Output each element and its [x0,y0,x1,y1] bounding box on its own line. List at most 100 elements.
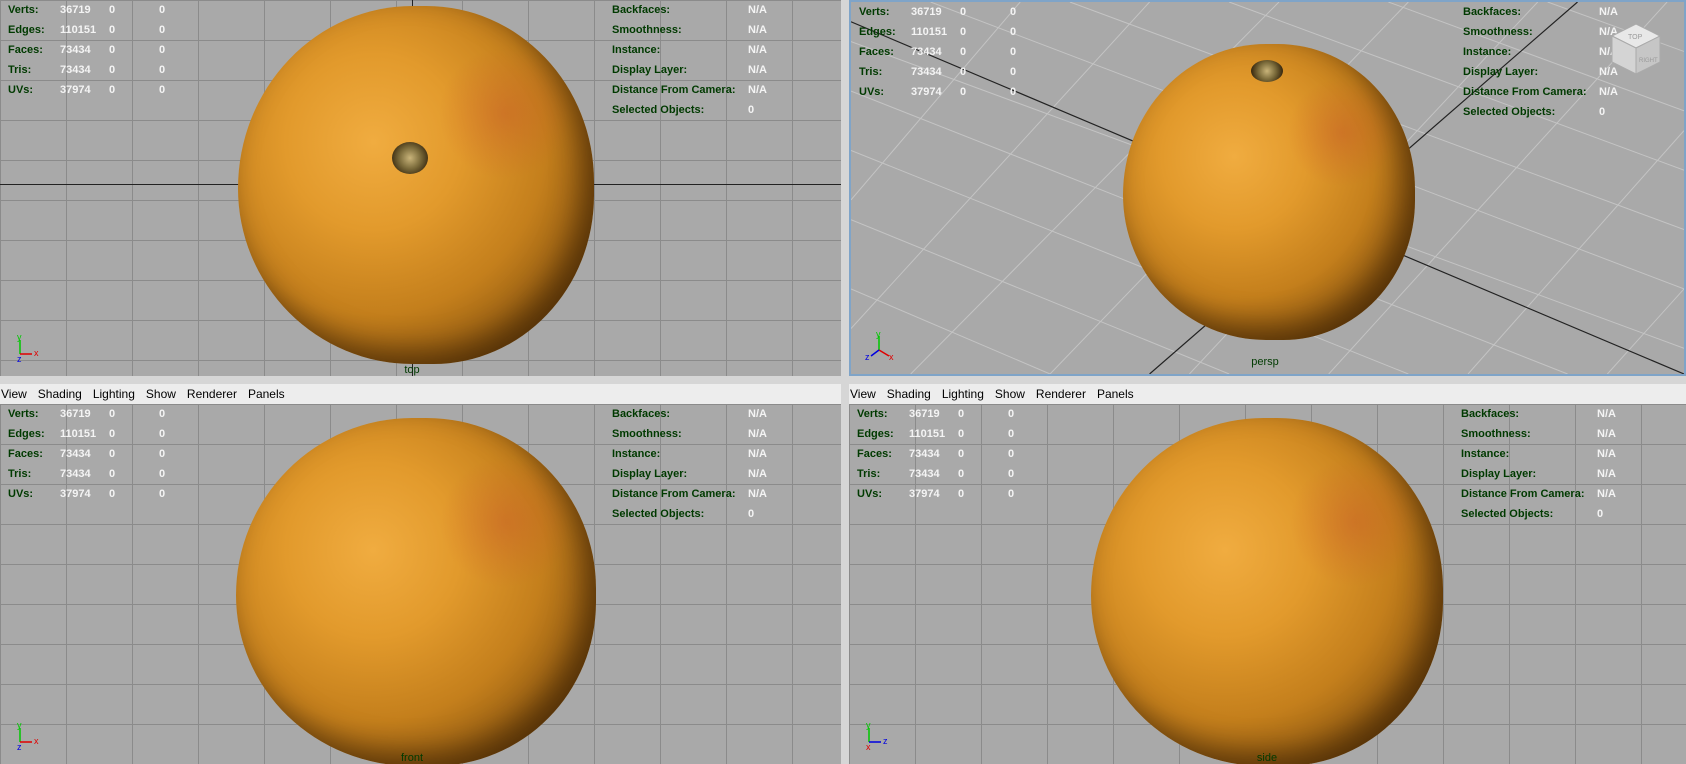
hud-stat-row: Faces: 73434 0 0 [8,40,165,60]
hud-stat-value: 0 [1010,6,1017,18]
viewport-front[interactable]: Verts: 36719 0 0 Edges: 110151 0 0 Faces: 73434 0 0… [0,404,841,764]
viewport-persp[interactable]: Verts: 36719 0 0 Edges: 110151 0 0 Faces: 73434 0 0… [849,0,1686,376]
hud-detail-value: 0 [748,508,755,520]
hud-stat-value: 0 [1010,86,1017,98]
hud-stat-value: 0 [1008,468,1015,480]
orange-model[interactable] [238,6,594,364]
menu-renderer[interactable]: Renderer [187,387,237,401]
camera-name-label: front [400,752,424,764]
hud-stat-value: 0 [159,468,166,480]
menu-panels[interactable]: Panels [1097,387,1134,401]
hud-detail-value: 0 [748,104,755,116]
poly-count-hud: Verts: 36719 0 0 Edges: 110151 0 0 Faces: 73434 0 0… [8,404,165,504]
menu-show[interactable]: Show [995,387,1025,401]
orange-stem [1251,60,1283,82]
hud-detail-row: Display Layer: N/A [1463,62,1618,82]
hud-stat-row: Faces: 73434 0 0 [857,444,1014,464]
camera-name-label: persp [1251,356,1279,368]
hud-detail-label: Distance From Camera: [1461,488,1585,500]
hud-detail-row: Selected Objects: 0 [1463,102,1618,122]
pane-splitter-horizontal[interactable] [0,376,1686,384]
hud-stat-row: Tris: 73434 0 0 [8,60,165,80]
hud-detail-value: 0 [1597,508,1604,520]
orange-model[interactable] [1123,44,1415,340]
hud-detail-label: Distance From Camera: [612,488,736,500]
hud-detail-row: Distance From Camera: N/A [612,80,767,100]
hud-stat-value: 0 [1008,428,1015,440]
menu-shading[interactable]: Shading [38,387,82,401]
viewcube-icon[interactable]: TOP RIGHT [1608,20,1664,76]
menu-renderer[interactable]: Renderer [1036,387,1086,401]
hud-detail-row: Backfaces: N/A [1463,2,1618,22]
axis-gizmo-icon: y x z [865,330,894,360]
hud-stat-label: UVs: [8,488,34,500]
hud-detail-value: 0 [1599,106,1606,118]
menu-lighting[interactable]: Lighting [93,387,135,401]
hud-detail-row: Distance From Camera: N/A [1461,484,1616,504]
hud-detail-row: Smoothness: N/A [1463,22,1618,42]
hud-stat-value: 0 [109,448,116,460]
axis-gizmo-icon: y x z [17,332,39,362]
hud-stat-value: 0 [159,84,166,96]
hud-stat-value: 37974 [911,86,942,98]
poly-count-hud: Verts: 36719 0 0 Edges: 110151 0 0 Faces: 73434 0 0… [859,2,1016,102]
gizmo-y-label: y [866,720,871,730]
hud-detail-value: N/A [748,468,767,480]
hud-stat-value: 110151 [911,26,948,38]
menu-show[interactable]: Show [146,387,176,401]
menu-view[interactable]: View [1,387,27,401]
hud-detail-row: Backfaces: N/A [612,404,767,424]
panel-side: View Shading Lighting Show Renderer Pane… [849,384,1686,764]
menu-shading[interactable]: Shading [887,387,931,401]
hud-detail-row: Selected Objects: 0 [612,504,767,524]
hud-detail-value: N/A [748,408,767,420]
hud-detail-label: Backfaces: [1463,6,1522,18]
hud-stat-label: Faces: [8,44,43,56]
hud-stat-value: 0 [159,64,166,76]
hud-detail-label: Selected Objects: [1463,106,1556,118]
hud-stat-value: 0 [159,448,166,460]
hud-stat-value: 0 [960,6,967,18]
hud-detail-value: N/A [1597,448,1616,460]
menu-bar: View Shading Lighting Show Renderer Pane… [849,384,1686,404]
gizmo-y-label: y [17,720,22,730]
hud-detail-value: N/A [748,84,767,96]
hud-detail-value: N/A [1597,468,1616,480]
hud-stat-value: 0 [159,488,166,500]
hud-stat-value: 73434 [911,66,942,78]
menu-lighting[interactable]: Lighting [942,387,984,401]
hud-detail-label: Distance From Camera: [1463,86,1587,98]
hud-stat-value: 0 [1008,408,1015,420]
hud-stat-value: 0 [960,66,967,78]
object-details-hud: Backfaces: N/A Smoothness: N/A Instance: N/A D… [1463,2,1618,122]
viewport-side[interactable]: Verts: 36719 0 0 Edges: 110151 0 0 Faces: 73434 0 0… [849,404,1686,764]
hud-stat-row: Faces: 73434 0 0 [859,42,1016,62]
hud-stat-value: 37974 [60,84,91,96]
object-details-hud: Backfaces: N/A Smoothness: N/A Instance: N/A D… [612,404,767,524]
hud-stat-row: UVs: 37974 0 0 [8,484,165,504]
hud-detail-label: Display Layer: [1463,66,1539,78]
menu-panels[interactable]: Panels [248,387,285,401]
hud-stat-row: Verts: 36719 0 0 [8,0,165,20]
hud-stat-row: Faces: 73434 0 0 [8,444,165,464]
viewport-top[interactable]: Verts: 36719 0 0 Edges: 110151 0 0 Faces: 73434 0 0… [0,0,841,376]
hud-detail-value: N/A [748,428,767,440]
panel-top: View Shading Lighting Show Renderer Pane… [0,0,841,376]
hud-stat-row: Edges: 110151 0 0 [8,424,165,444]
hud-detail-row: Smoothness: N/A [1461,424,1616,444]
hud-stat-label: Tris: [859,66,883,78]
hud-stat-label: UVs: [859,86,885,98]
hud-stat-value: 36719 [60,4,91,16]
hud-detail-row: Smoothness: N/A [612,20,767,40]
hud-stat-value: 0 [109,428,116,440]
orange-model[interactable] [236,418,596,764]
hud-detail-row: Instance: N/A [612,444,767,464]
hud-detail-row: Distance From Camera: N/A [1463,82,1618,102]
hud-detail-row: Backfaces: N/A [1461,404,1616,424]
hud-stat-value: 73434 [60,44,91,56]
hud-stat-value: 110151 [60,428,97,440]
menu-view[interactable]: View [850,387,876,401]
orange-model[interactable] [1091,418,1443,764]
hud-stat-label: Edges: [8,24,45,36]
viewcube-right-label: RIGHT [1639,58,1658,64]
